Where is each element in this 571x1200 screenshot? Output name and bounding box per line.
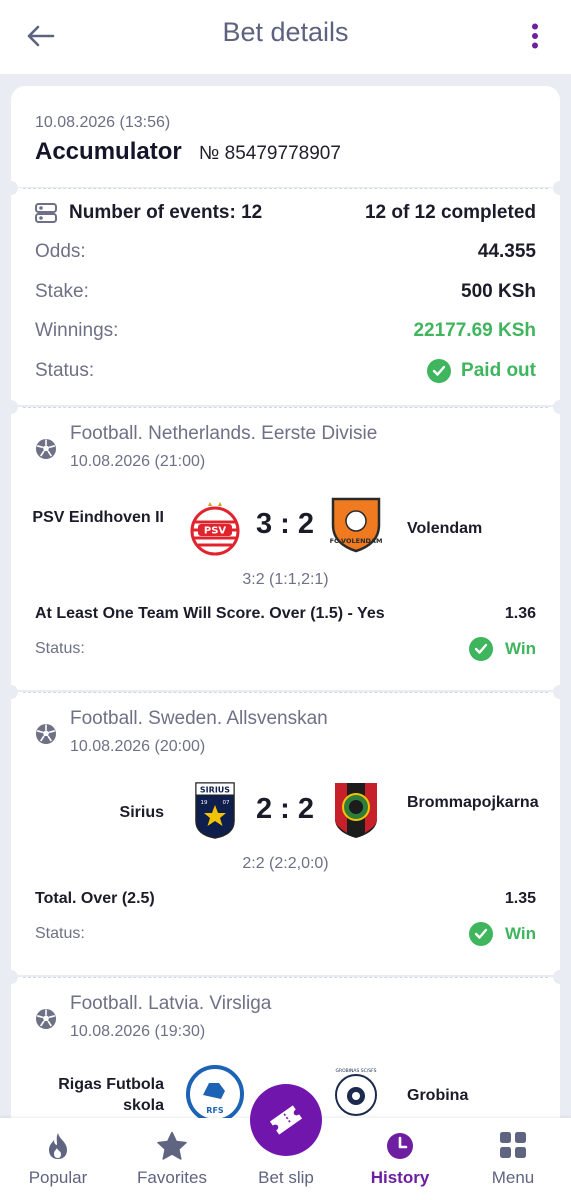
events-completed: 12 of 12 completed xyxy=(364,202,536,223)
nav-history-label: History xyxy=(370,1168,430,1187)
stake-value: 500 KSh xyxy=(461,281,536,302)
bet-type: Accumulator xyxy=(35,138,182,165)
status-label: Status: xyxy=(35,360,95,381)
nav-popular-label: Popular xyxy=(28,1168,88,1187)
events-row: Number of events: 12 12 of 12 completed xyxy=(35,200,536,226)
flame-icon xyxy=(49,1133,67,1159)
check-circle-icon xyxy=(427,359,452,383)
page-title: Bet details xyxy=(222,17,349,47)
svg-text:RFS: RFS xyxy=(206,1106,224,1115)
check-circle-icon xyxy=(468,922,493,946)
match-score: 3 : 2 xyxy=(255,508,315,540)
nav-favorites-label: Favorites xyxy=(137,1168,207,1187)
away-team-name: Grobina xyxy=(407,1087,469,1104)
bet-datetime: 10.08.2026 (13:56) xyxy=(35,114,171,131)
event-odd: 1.35 xyxy=(504,890,536,907)
event-datetime: 10.08.2026 (21:00) xyxy=(70,453,206,470)
stake-row: Stake: 500 KSh xyxy=(35,279,536,305)
event-datetime: 10.08.2026 (19:30) xyxy=(70,1023,206,1040)
grid-icon xyxy=(500,1132,526,1158)
bet-header-card: 10.08.2026 (13:56) Accumulator № 8547977… xyxy=(11,86,560,187)
match-score: 2 : 2 xyxy=(255,793,315,825)
event-status-label: Status: xyxy=(35,925,85,942)
winnings-value: 22177.69 KSh xyxy=(413,320,536,341)
winnings-row: Winnings: 22177.69 KSh xyxy=(35,318,536,344)
stake-label: Stake: xyxy=(35,281,89,302)
odds-label: Odds: xyxy=(35,241,86,262)
event-league: Football. Netherlands. Eerste Divisie xyxy=(70,423,378,444)
home-team-name: Sirius xyxy=(119,804,164,821)
more-vertical-icon xyxy=(532,23,538,49)
event-status-label: Status: xyxy=(35,640,85,657)
soccer-ball-icon xyxy=(36,1009,56,1029)
odds-value: 44.355 xyxy=(477,241,536,262)
bet-summary-card: Number of events: 12 12 of 12 completed … xyxy=(4,181,567,405)
winnings-label: Winnings: xyxy=(35,320,119,341)
check-circle-icon xyxy=(468,637,493,661)
grobina-logo-icon: GROBINAS SC/SFS xyxy=(335,1068,377,1116)
event-status-value: Win xyxy=(504,639,536,658)
bet-market: Total. Over (2.5) xyxy=(35,890,155,907)
event-league: Football. Latvia. Virsliga xyxy=(70,993,272,1014)
event-status-value: Win xyxy=(504,924,536,943)
svg-text:07: 07 xyxy=(223,800,230,806)
volendam-logo-icon: FC VOLENDAM xyxy=(330,497,383,553)
event-odd: 1.36 xyxy=(504,605,536,622)
nav-history[interactable]: History xyxy=(343,1118,457,1200)
away-team-name: Brommapojkarna xyxy=(407,794,539,811)
event-status-badge: Win xyxy=(468,637,536,661)
nav-menu[interactable]: Menu xyxy=(456,1118,570,1200)
away-team-name: Volendam xyxy=(407,520,483,537)
clock-icon xyxy=(387,1133,413,1159)
score-detail: 2:2 (2:2,0:0) xyxy=(242,855,329,872)
star-icon xyxy=(157,1131,187,1160)
home-team-name: PSV Eindhoven II xyxy=(32,509,164,526)
svg-text:SIRIUS: SIRIUS xyxy=(200,786,230,795)
svg-text:PSV: PSV xyxy=(204,526,227,537)
event-datetime: 10.08.2026 (20:00) xyxy=(70,738,206,755)
event-card[interactable]: Football. Sweden. Allsvenskan 10.08.2026… xyxy=(4,685,567,975)
events-list-icon xyxy=(35,203,57,223)
status-value: Paid out xyxy=(461,360,536,381)
nav-menu-label: Menu xyxy=(491,1168,535,1187)
event-card[interactable]: Football. Netherlands. Eerste Divisie 10… xyxy=(4,400,567,690)
rfs-logo-icon: RFS xyxy=(186,1065,244,1123)
nav-popular[interactable]: Popular xyxy=(1,1118,115,1200)
bet-market: At Least One Team Will Score. Over (1.5)… xyxy=(35,605,385,622)
svg-text:FC VOLENDAM: FC VOLENDAM xyxy=(330,537,383,545)
events-count: Number of events: 12 xyxy=(69,202,263,223)
odds-row: Odds: 44.355 xyxy=(35,239,536,265)
app-header: Bet details xyxy=(0,0,571,74)
ticket-icon xyxy=(269,1105,303,1135)
svg-text:19: 19 xyxy=(201,800,208,806)
more-options-button[interactable] xyxy=(519,18,551,54)
sirius-logo-icon: SIRIUS 19 07 xyxy=(195,782,235,839)
home-team-name: Rigas Futbola skola xyxy=(58,1076,164,1114)
nav-favorites[interactable]: Favorites xyxy=(115,1118,229,1200)
bet-number: № 85479778907 xyxy=(199,143,341,164)
nav-bet-slip-label: Bet slip xyxy=(258,1168,314,1187)
status-row: Status: Paid out xyxy=(35,358,536,384)
score-detail: 3:2 (1:1,2:1) xyxy=(242,571,329,588)
event-status-badge: Win xyxy=(468,922,536,946)
svg-text:GROBINAS SC/SFS: GROBINAS SC/SFS xyxy=(335,1068,376,1074)
bet-slip-button[interactable] xyxy=(250,1084,322,1156)
soccer-ball-icon xyxy=(36,439,56,459)
event-league: Football. Sweden. Allsvenskan xyxy=(70,708,328,729)
soccer-ball-icon xyxy=(36,724,56,744)
brommapojkarna-logo-icon xyxy=(335,783,377,838)
status-badge: Paid out xyxy=(427,359,536,383)
psv-logo-icon: PSV xyxy=(190,502,240,556)
